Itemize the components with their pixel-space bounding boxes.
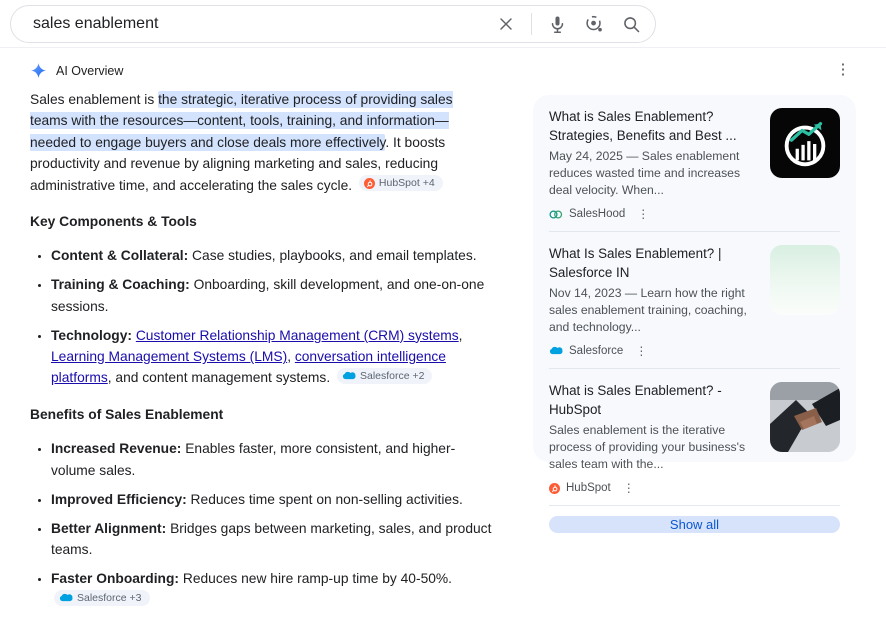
section-heading: Key Components & Tools (30, 214, 197, 230)
bullet-term: Content & Collateral: (51, 248, 189, 264)
result-title[interactable]: What is Sales Enablement? - HubSpot (549, 382, 758, 419)
bar-chart-logo-thumbnail (770, 108, 840, 178)
bullet-list: Increased Revenue: Enables faster, more … (30, 438, 492, 610)
lens-icon[interactable] (582, 12, 606, 36)
bullet-term: Faster Onboarding: (51, 570, 180, 586)
result-source-row: SalesHood ⋮ (549, 207, 758, 221)
result-title[interactable]: What Is Sales Enablement? | Salesforce I… (549, 245, 758, 282)
result-source-name: HubSpot (566, 482, 611, 494)
result-source-row: HubSpot ⋮ (549, 481, 758, 495)
results-panel: What is Sales Enablement? Strategies, Be… (533, 95, 856, 533)
bullet-item: Faster Onboarding: Reduces new hire ramp… (51, 568, 492, 611)
sparkle-icon (30, 62, 47, 79)
intro-text: Sales enablement is (30, 92, 159, 107)
result-source-row: Salesforce ⋮ (549, 344, 758, 358)
source-chip[interactable]: Salesforce +3 (54, 590, 150, 607)
search-input[interactable] (31, 14, 481, 34)
bullet-item: Better Alignment: Bridges gaps between m… (51, 518, 492, 561)
result-cards: What is Sales Enablement? Strategies, Be… (549, 95, 840, 506)
source-chip[interactable]: Salesforce +2 (336, 368, 433, 385)
salesforce-icon (342, 371, 356, 381)
result-card[interactable]: What is Sales Enablement? Strategies, Be… (549, 95, 840, 232)
result-source-name: SalesHood (569, 208, 626, 220)
voice-search-icon[interactable] (545, 12, 569, 36)
result-card[interactable]: What Is Sales Enablement? | Salesforce I… (549, 232, 840, 369)
ai-overview-content: Sales enablement is the strategic, itera… (30, 89, 492, 618)
saleshood-icon (549, 209, 563, 220)
handshake-photo-thumbnail (770, 382, 840, 452)
result-menu-button[interactable]: ⋮ (635, 207, 651, 221)
bullet-list: Content & Collateral: Case studies, play… (30, 245, 492, 388)
result-snippet: Sales enablement is the iterative proces… (549, 423, 746, 471)
result-source-name: Salesforce (569, 345, 624, 357)
result-snippet: Nov 14, 2023 — Learn how the right sales… (549, 286, 747, 334)
ai-overview-header: AI Overview (30, 62, 123, 79)
source-chip-label: Salesforce +2 (359, 370, 425, 383)
result-title[interactable]: What is Sales Enablement? Strategies, Be… (549, 108, 758, 145)
inline-link[interactable]: Learning Management Systems (LMS) (51, 349, 287, 364)
section-heading: Benefits of Sales Enablement (30, 406, 224, 422)
result-menu-button[interactable]: ⋮ (621, 481, 637, 495)
result-card[interactable]: What is Sales Enablement? - HubSpot Sales… (549, 369, 840, 506)
bullet-term: Technology: (51, 327, 132, 343)
bullet-item: Content & Collateral: Case studies, play… (51, 245, 492, 266)
bullet-item: Training & Coaching: Onboarding, skill d… (51, 274, 492, 317)
bullet-item: Technology: Customer Relationship Manage… (51, 325, 492, 389)
show-all-button[interactable]: Show all (549, 516, 840, 533)
source-chip-label: Salesforce +3 (77, 592, 142, 605)
search-bar-icons (481, 12, 643, 36)
salesforce-icon (549, 346, 563, 356)
overview-menu-button[interactable]: ⋮ (833, 60, 853, 80)
source-chip-label: HubSpot +4 (378, 177, 435, 190)
clear-icon[interactable] (494, 12, 518, 36)
bullet-term: Improved Efficiency: (51, 491, 187, 507)
inline-link[interactable]: Customer Relationship Management (CRM) s… (136, 328, 459, 343)
search-header (0, 0, 886, 48)
hubspot-icon (363, 177, 375, 189)
bullet-term: Training & Coaching: (51, 277, 190, 293)
search-bar[interactable] (10, 5, 656, 43)
salesforce-icon (59, 593, 73, 603)
overview-paragraph: Sales enablement is the strategic, itera… (30, 89, 492, 196)
result-card-text: What is Sales Enablement? - HubSpot Sales… (549, 382, 758, 495)
bullet-item: Improved Efficiency: Reduces time spent … (51, 489, 492, 510)
result-snippet: May 24, 2025 — Sales enablement reduces … (549, 149, 741, 197)
overview-sections: Key Components & Tools Content & Collater… (30, 211, 492, 611)
bullet-item: Increased Revenue: Enables faster, more … (51, 438, 492, 481)
search-bar-divider (531, 13, 532, 35)
ai-overview-title: AI Overview (56, 63, 124, 78)
bullet-term: Better Alignment: (51, 520, 167, 536)
mint-gradient-thumbnail (770, 245, 840, 315)
hubspot-icon (549, 482, 560, 494)
bullet-term: Increased Revenue: (51, 441, 182, 457)
result-menu-button[interactable]: ⋮ (633, 344, 649, 358)
source-chip[interactable]: HubSpot +4 (358, 175, 443, 192)
result-card-text: What Is Sales Enablement? | Salesforce I… (549, 245, 758, 358)
result-card-text: What is Sales Enablement? Strategies, Be… (549, 108, 758, 221)
search-icon[interactable] (619, 12, 643, 36)
